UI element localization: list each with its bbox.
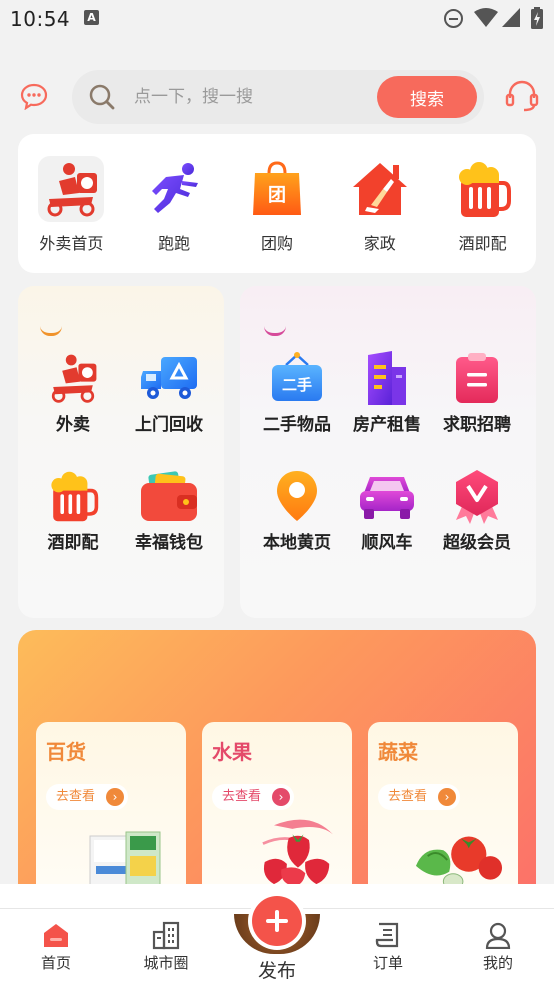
do-not-disturb-icon xyxy=(444,9,463,28)
battery-icon xyxy=(531,7,543,29)
promo-card-title: 百货 xyxy=(46,740,86,764)
running-man-icon xyxy=(141,156,207,222)
promo-view-link[interactable]: 去查看 › xyxy=(46,784,128,810)
search-button[interactable]: 搜索 xyxy=(377,76,477,118)
quick-item-label: 外卖首页 xyxy=(39,234,104,253)
grid-item-liquor[interactable]: 酒即配 xyxy=(28,468,118,553)
publish-label[interactable]: 发布 xyxy=(237,956,317,983)
publish-button[interactable] xyxy=(252,896,302,946)
nav-label: 我的 xyxy=(482,954,513,972)
quick-item-label: 酒即配 xyxy=(458,234,507,253)
quick-item-errand[interactable]: 跑跑 xyxy=(124,134,224,273)
order-list-icon xyxy=(373,920,403,950)
quick-services-card: 外卖首页 跑跑 团 团购 家政 酒即配 xyxy=(18,134,536,273)
groceries-image xyxy=(89,831,161,887)
delivery-rider-icon xyxy=(43,350,103,406)
promo-card-title: 水果 xyxy=(212,740,252,764)
wifi-icon xyxy=(474,8,498,27)
chevron-right-icon: › xyxy=(106,788,124,806)
grid-item-label: 二手物品 xyxy=(263,415,331,435)
top-bar: 搜索 xyxy=(0,68,554,124)
quick-item-takeout-home[interactable]: 外卖首页 xyxy=(21,134,121,273)
job-clipboard-icon xyxy=(447,350,507,406)
grid-item-label: 幸福钱包 xyxy=(135,533,203,553)
grid-item-jobs[interactable]: 求职招聘 xyxy=(432,350,522,435)
promo-banner: 百货 去查看 › 水果 去查看 › 蔬菜 去查看 › xyxy=(18,630,536,920)
grid-item-label: 本地黄页 xyxy=(263,533,331,553)
car-icon xyxy=(357,468,417,524)
nav-label: 城市圈 xyxy=(143,954,189,972)
group-buy-glyph: 团 xyxy=(268,185,286,206)
beer-mug-icon xyxy=(450,156,516,222)
grid-item-vip[interactable]: 超级会员 xyxy=(432,468,522,553)
plus-icon xyxy=(266,910,288,932)
chat-bubble-icon[interactable] xyxy=(20,82,48,110)
vip-badge-icon xyxy=(447,468,507,524)
promo-view-link[interactable]: 去查看 › xyxy=(378,784,460,810)
status-time: 10:54 xyxy=(10,7,71,31)
location-pin-icon xyxy=(267,468,327,524)
promo-view-link[interactable]: 去查看 › xyxy=(212,784,294,810)
nav-label: 首页 xyxy=(40,954,71,972)
grid-item-label: 房产租售 xyxy=(353,415,421,435)
delivery-rider-icon xyxy=(38,156,105,222)
nav-orders[interactable]: 订单 xyxy=(348,920,428,973)
grid-item-label: 上门回收 xyxy=(135,415,203,435)
quick-item-liquor[interactable]: 酒即配 xyxy=(433,134,533,273)
grid-item-wallet[interactable]: 幸福钱包 xyxy=(124,468,214,553)
home-icon xyxy=(41,920,71,950)
search-bar[interactable]: 搜索 xyxy=(72,70,484,124)
headset-icon[interactable] xyxy=(505,79,539,113)
secondhand-sign-icon: 二手 xyxy=(267,350,327,406)
quick-item-label: 家政 xyxy=(363,234,396,253)
services-panel-left: 外卖 上门回收 酒即配 幸福钱包 xyxy=(18,286,224,618)
grid-item-yellow-pages[interactable]: 本地黄页 xyxy=(252,468,342,553)
nav-profile[interactable]: 我的 xyxy=(458,920,538,973)
promo-link-label: 去查看 xyxy=(56,789,96,804)
grid-item-label: 超级会员 xyxy=(443,533,511,553)
grid-item-takeout[interactable]: 外卖 xyxy=(28,350,118,435)
quick-item-group-buy[interactable]: 团 团购 xyxy=(227,134,327,273)
beer-mug-icon xyxy=(43,468,103,524)
smile-decoration xyxy=(264,326,286,336)
grid-item-label: 求职招聘 xyxy=(443,415,511,435)
grid-item-label: 酒即配 xyxy=(47,533,99,553)
chevron-right-icon: › xyxy=(272,788,290,806)
notification-icon: A xyxy=(84,10,99,25)
grid-item-label: 外卖 xyxy=(56,415,90,435)
search-icon xyxy=(89,84,115,110)
wallet-icon xyxy=(139,468,199,524)
grid-item-carpool[interactable]: 顺风车 xyxy=(342,468,432,553)
secondhand-glyph: 二手 xyxy=(282,376,312,394)
strawberry-image xyxy=(262,819,333,886)
grid-item-recycle[interactable]: 上门回收 xyxy=(124,350,214,435)
smile-decoration xyxy=(40,326,62,336)
group-buy-bag-icon: 团 xyxy=(244,156,310,222)
promo-card-title: 蔬菜 xyxy=(378,740,418,764)
quick-item-housekeeping[interactable]: 家政 xyxy=(330,134,430,273)
promo-link-label: 去查看 xyxy=(222,789,262,804)
grid-item-label: 顺风车 xyxy=(361,533,413,553)
signal-icon xyxy=(502,8,520,27)
city-icon xyxy=(151,920,181,950)
quick-item-label: 团购 xyxy=(260,234,293,253)
nav-city-circle[interactable]: 城市圈 xyxy=(126,920,206,973)
user-icon xyxy=(483,920,513,950)
nav-home[interactable]: 首页 xyxy=(16,920,96,973)
housekeeping-icon xyxy=(347,156,413,222)
quick-item-label: 跑跑 xyxy=(158,234,191,253)
grid-item-real-estate[interactable]: 房产租售 xyxy=(342,350,432,435)
promo-link-label: 去查看 xyxy=(388,789,428,804)
status-bar: 10:54 A xyxy=(0,0,554,40)
services-panel-right: 二手 二手物品 房产租售 求职招聘 本地黄页 顺风车 超级会员 xyxy=(240,286,536,618)
nav-label: 订单 xyxy=(372,954,403,972)
chevron-right-icon: › xyxy=(438,788,456,806)
grid-item-secondhand[interactable]: 二手 二手物品 xyxy=(252,350,342,435)
building-icon xyxy=(357,350,417,406)
recycle-truck-icon xyxy=(139,350,199,406)
search-input[interactable] xyxy=(134,70,364,124)
